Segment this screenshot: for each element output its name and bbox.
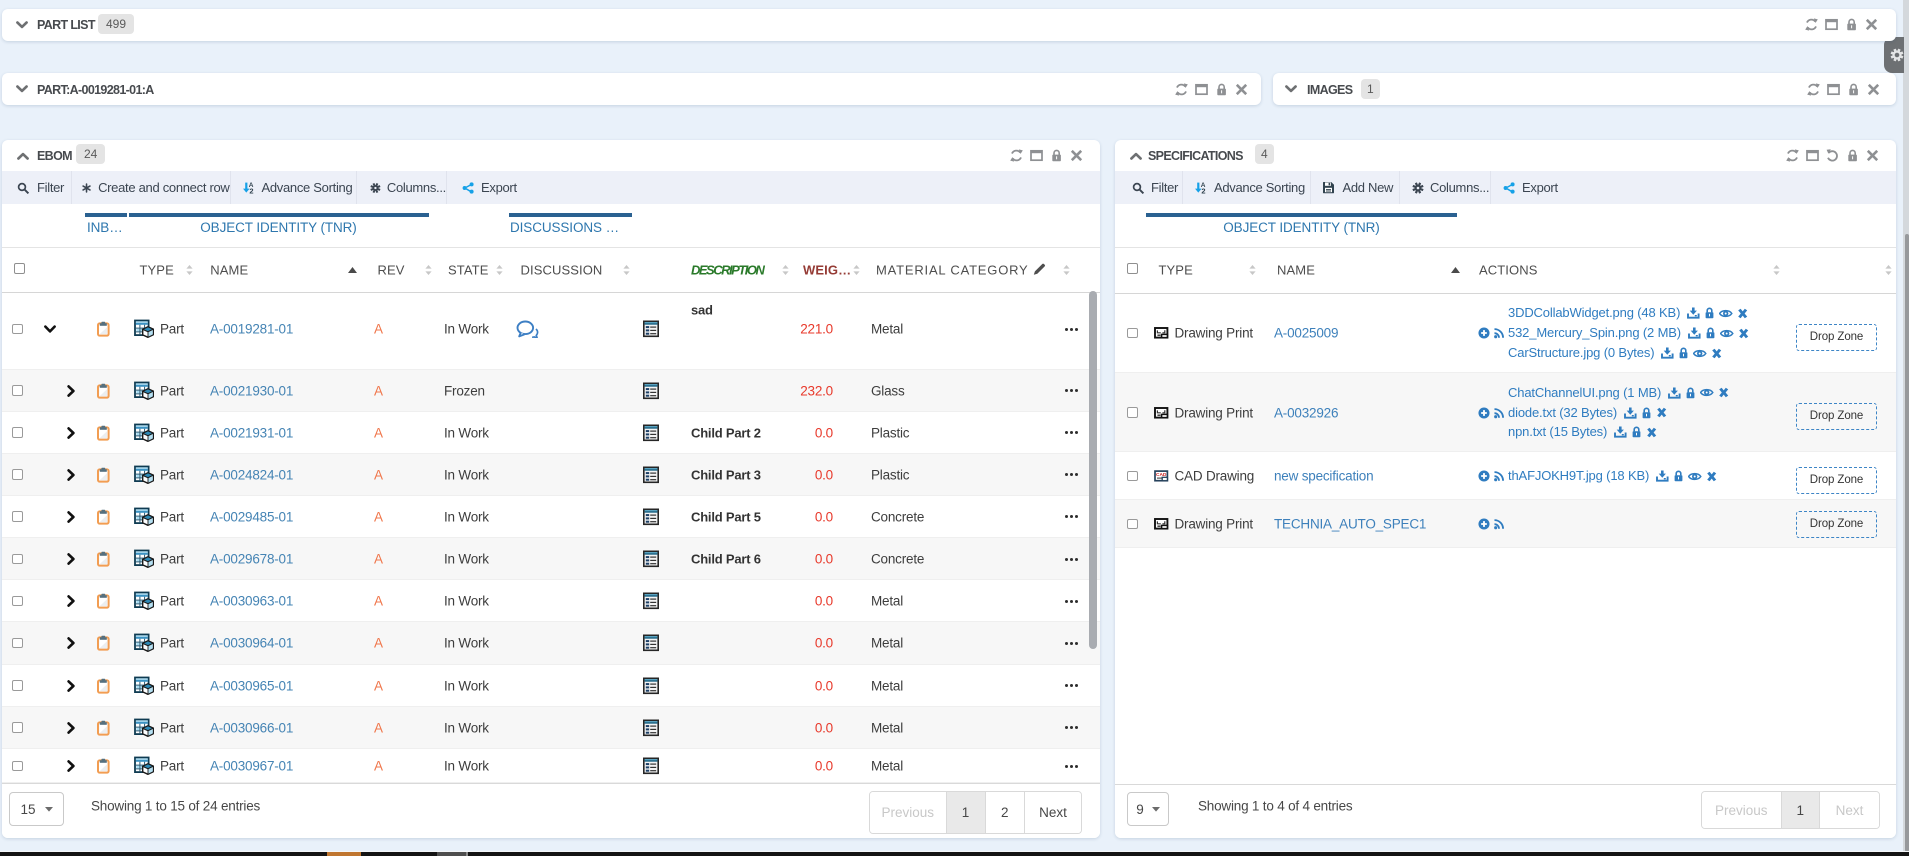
svg-text:2: 2 — [1201, 186, 1205, 194]
svg-text:2: 2 — [249, 186, 253, 194]
